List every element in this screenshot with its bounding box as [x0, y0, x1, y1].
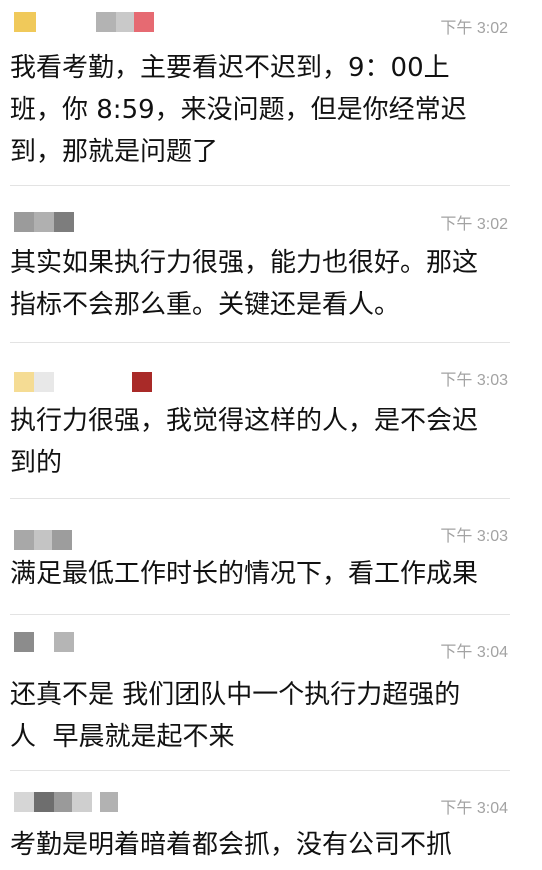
comment-text: 考勤是明着暗着都会抓，没有公司不抓: [10, 830, 453, 860]
comment-item[interactable]: 下午 3:04 还真不是 我们团队中一个执行力超强的 人 早晨就是起不来: [0, 614, 542, 771]
comment-time: 下午 3:03: [440, 372, 508, 389]
comment-list: 下午 3:02 我看考勤，主要看迟不迟到，9：00上 班，你 8:59，来没问题…: [0, 0, 542, 870]
comment-item[interactable]: 下午 3:02 其实如果执行力很强，能力也很好。那这 指标不会那么重。关键还是看…: [0, 186, 542, 343]
redacted-username: [14, 12, 154, 32]
comment-time: 下午 3:03: [440, 528, 508, 545]
redacted-username: [14, 530, 72, 550]
comment-time: 下午 3:02: [440, 20, 508, 37]
comment-text: 执行力很强，我觉得这样的人，是不会迟 到的: [10, 406, 479, 478]
redacted-username: [14, 372, 152, 392]
comment-time: 下午 3:02: [440, 216, 508, 233]
comment-text: 我看考勤，主要看迟不迟到，9：00上 班，你 8:59，来没问题，但是你经常迟 …: [10, 53, 467, 167]
comment-text: 其实如果执行力很强，能力也很好。那这 指标不会那么重。关键还是看人。: [10, 248, 479, 320]
redacted-username: [14, 212, 74, 232]
comment-text: 还真不是 我们团队中一个执行力超强的 人 早晨就是起不来: [10, 680, 461, 752]
comment-time: 下午 3:04: [440, 644, 508, 661]
comment-item[interactable]: 下午 3:03 执行力很强，我觉得这样的人，是不会迟 到的: [0, 342, 542, 499]
comment-text: 满足最低工作时长的情况下，看工作成果: [10, 559, 479, 589]
redacted-username: [14, 792, 118, 812]
redacted-username: [14, 632, 74, 652]
comment-item[interactable]: 下午 3:02 我看考勤，主要看迟不迟到，9：00上 班，你 8:59，来没问题…: [0, 0, 542, 186]
comment-time: 下午 3:04: [440, 800, 508, 817]
comment-item[interactable]: 下午 3:03 满足最低工作时长的情况下，看工作成果: [0, 498, 542, 615]
comment-item[interactable]: 下午 3:04 考勤是明着暗着都会抓，没有公司不抓: [0, 770, 542, 870]
